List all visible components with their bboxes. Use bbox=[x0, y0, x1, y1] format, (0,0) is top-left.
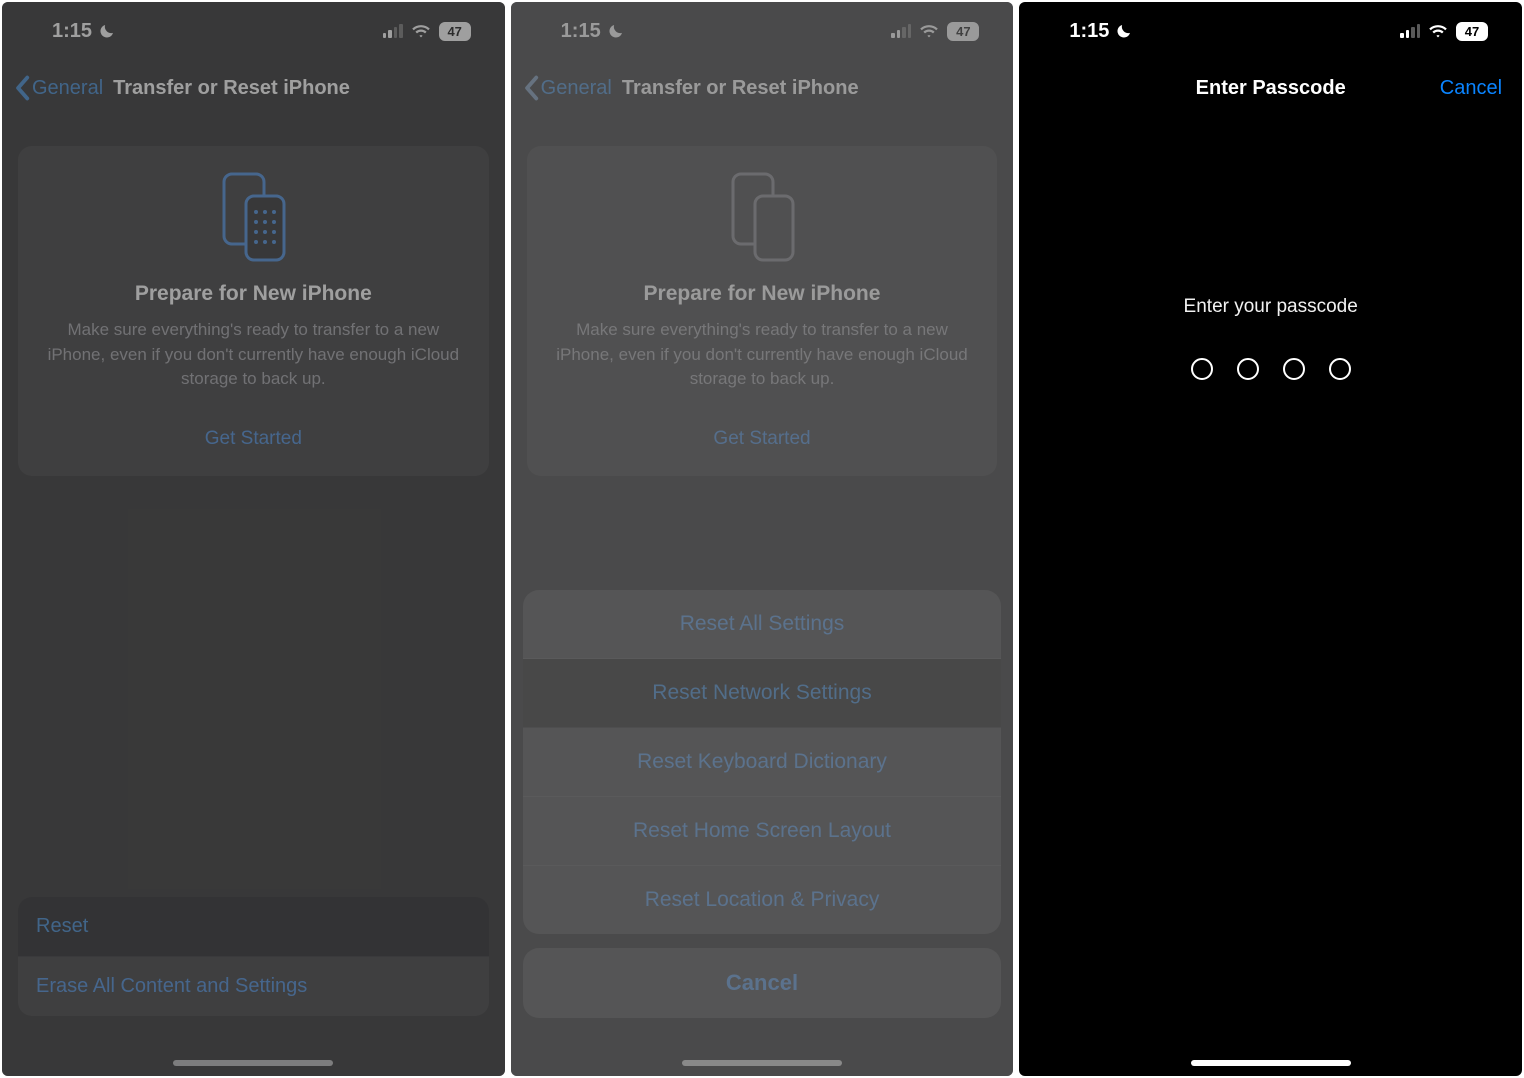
nav-title: Transfer or Reset iPhone bbox=[622, 77, 859, 100]
wifi-icon bbox=[411, 23, 431, 39]
screen-2-reset-sheet: 1:15 47 General Transfer or Reset iPhone… bbox=[511, 2, 1014, 1076]
do-not-disturb-icon bbox=[1115, 22, 1133, 40]
home-indicator[interactable] bbox=[173, 1060, 333, 1066]
prepare-title: Prepare for New iPhone bbox=[547, 282, 978, 306]
chevron-left-icon bbox=[14, 75, 30, 101]
battery-indicator: 47 bbox=[947, 22, 979, 41]
wifi-icon bbox=[1428, 23, 1448, 39]
back-button[interactable]: General bbox=[14, 75, 103, 101]
passcode-title: Enter Passcode bbox=[1196, 77, 1346, 100]
chevron-left-icon bbox=[523, 75, 539, 101]
two-phones-icon bbox=[727, 172, 797, 264]
status-time: 1:15 bbox=[1069, 20, 1109, 43]
passcode-dot bbox=[1237, 358, 1259, 380]
reset-location-privacy-button[interactable]: Reset Location & Privacy bbox=[523, 866, 1002, 934]
passcode-dot bbox=[1283, 358, 1305, 380]
status-time: 1:15 bbox=[52, 20, 92, 43]
passcode-dots bbox=[1019, 358, 1522, 380]
cellular-icon bbox=[1400, 24, 1420, 38]
passcode-prompt: Enter your passcode bbox=[1019, 296, 1522, 318]
nav-bar: General Transfer or Reset iPhone bbox=[511, 60, 1014, 116]
erase-all-button[interactable]: Erase All Content and Settings bbox=[18, 957, 489, 1016]
passcode-dot bbox=[1191, 358, 1213, 380]
wifi-icon bbox=[919, 23, 939, 39]
status-bar: 1:15 47 bbox=[511, 2, 1014, 60]
status-bar: 1:15 47 bbox=[1019, 2, 1522, 60]
screen-1-transfer-reset: 1:15 47 General Transfer or Reset iPhone bbox=[2, 2, 505, 1076]
home-indicator[interactable] bbox=[682, 1060, 842, 1066]
reset-button[interactable]: Reset bbox=[18, 897, 489, 957]
nav-bar: General Transfer or Reset iPhone bbox=[2, 60, 505, 116]
screen-3-passcode: 1:15 47 Enter Passcode Cancel Enter your… bbox=[1019, 2, 1522, 1076]
prepare-description: Make sure everything's ready to transfer… bbox=[547, 318, 978, 392]
do-not-disturb-icon bbox=[98, 22, 116, 40]
cellular-icon bbox=[383, 24, 403, 38]
reset-home-screen-layout-button[interactable]: Reset Home Screen Layout bbox=[523, 797, 1002, 866]
prepare-title: Prepare for New iPhone bbox=[38, 282, 469, 306]
reset-all-settings-button[interactable]: Reset All Settings bbox=[523, 590, 1002, 659]
battery-indicator: 47 bbox=[1456, 22, 1488, 41]
back-button[interactable]: General bbox=[523, 75, 612, 101]
prepare-description: Make sure everything's ready to transfer… bbox=[38, 318, 469, 392]
do-not-disturb-icon bbox=[607, 22, 625, 40]
back-label: General bbox=[32, 77, 103, 100]
two-phones-icon bbox=[218, 172, 288, 264]
reset-action-sheet: Reset All Settings Reset Network Setting… bbox=[523, 590, 1002, 1018]
reset-network-settings-button[interactable]: Reset Network Settings bbox=[523, 659, 1002, 728]
home-indicator[interactable] bbox=[1191, 1060, 1351, 1066]
get-started-button[interactable]: Get Started bbox=[547, 428, 978, 450]
prepare-card: Prepare for New iPhone Make sure everyth… bbox=[527, 146, 998, 476]
cancel-button[interactable]: Cancel bbox=[523, 948, 1002, 1018]
prepare-card: Prepare for New iPhone Make sure everyth… bbox=[18, 146, 489, 476]
sheet-options-group: Reset All Settings Reset Network Setting… bbox=[523, 590, 1002, 934]
bottom-options-list: Reset Erase All Content and Settings bbox=[18, 897, 489, 1016]
cancel-button[interactable]: Cancel bbox=[1440, 77, 1502, 100]
passcode-nav-bar: Enter Passcode Cancel bbox=[1019, 60, 1522, 116]
back-label: General bbox=[541, 77, 612, 100]
status-bar: 1:15 47 bbox=[2, 2, 505, 60]
nav-title: Transfer or Reset iPhone bbox=[113, 77, 350, 100]
status-time: 1:15 bbox=[561, 20, 601, 43]
reset-keyboard-dictionary-button[interactable]: Reset Keyboard Dictionary bbox=[523, 728, 1002, 797]
cellular-icon bbox=[891, 24, 911, 38]
passcode-dot bbox=[1329, 358, 1351, 380]
get-started-button[interactable]: Get Started bbox=[38, 428, 469, 450]
battery-indicator: 47 bbox=[439, 22, 471, 41]
